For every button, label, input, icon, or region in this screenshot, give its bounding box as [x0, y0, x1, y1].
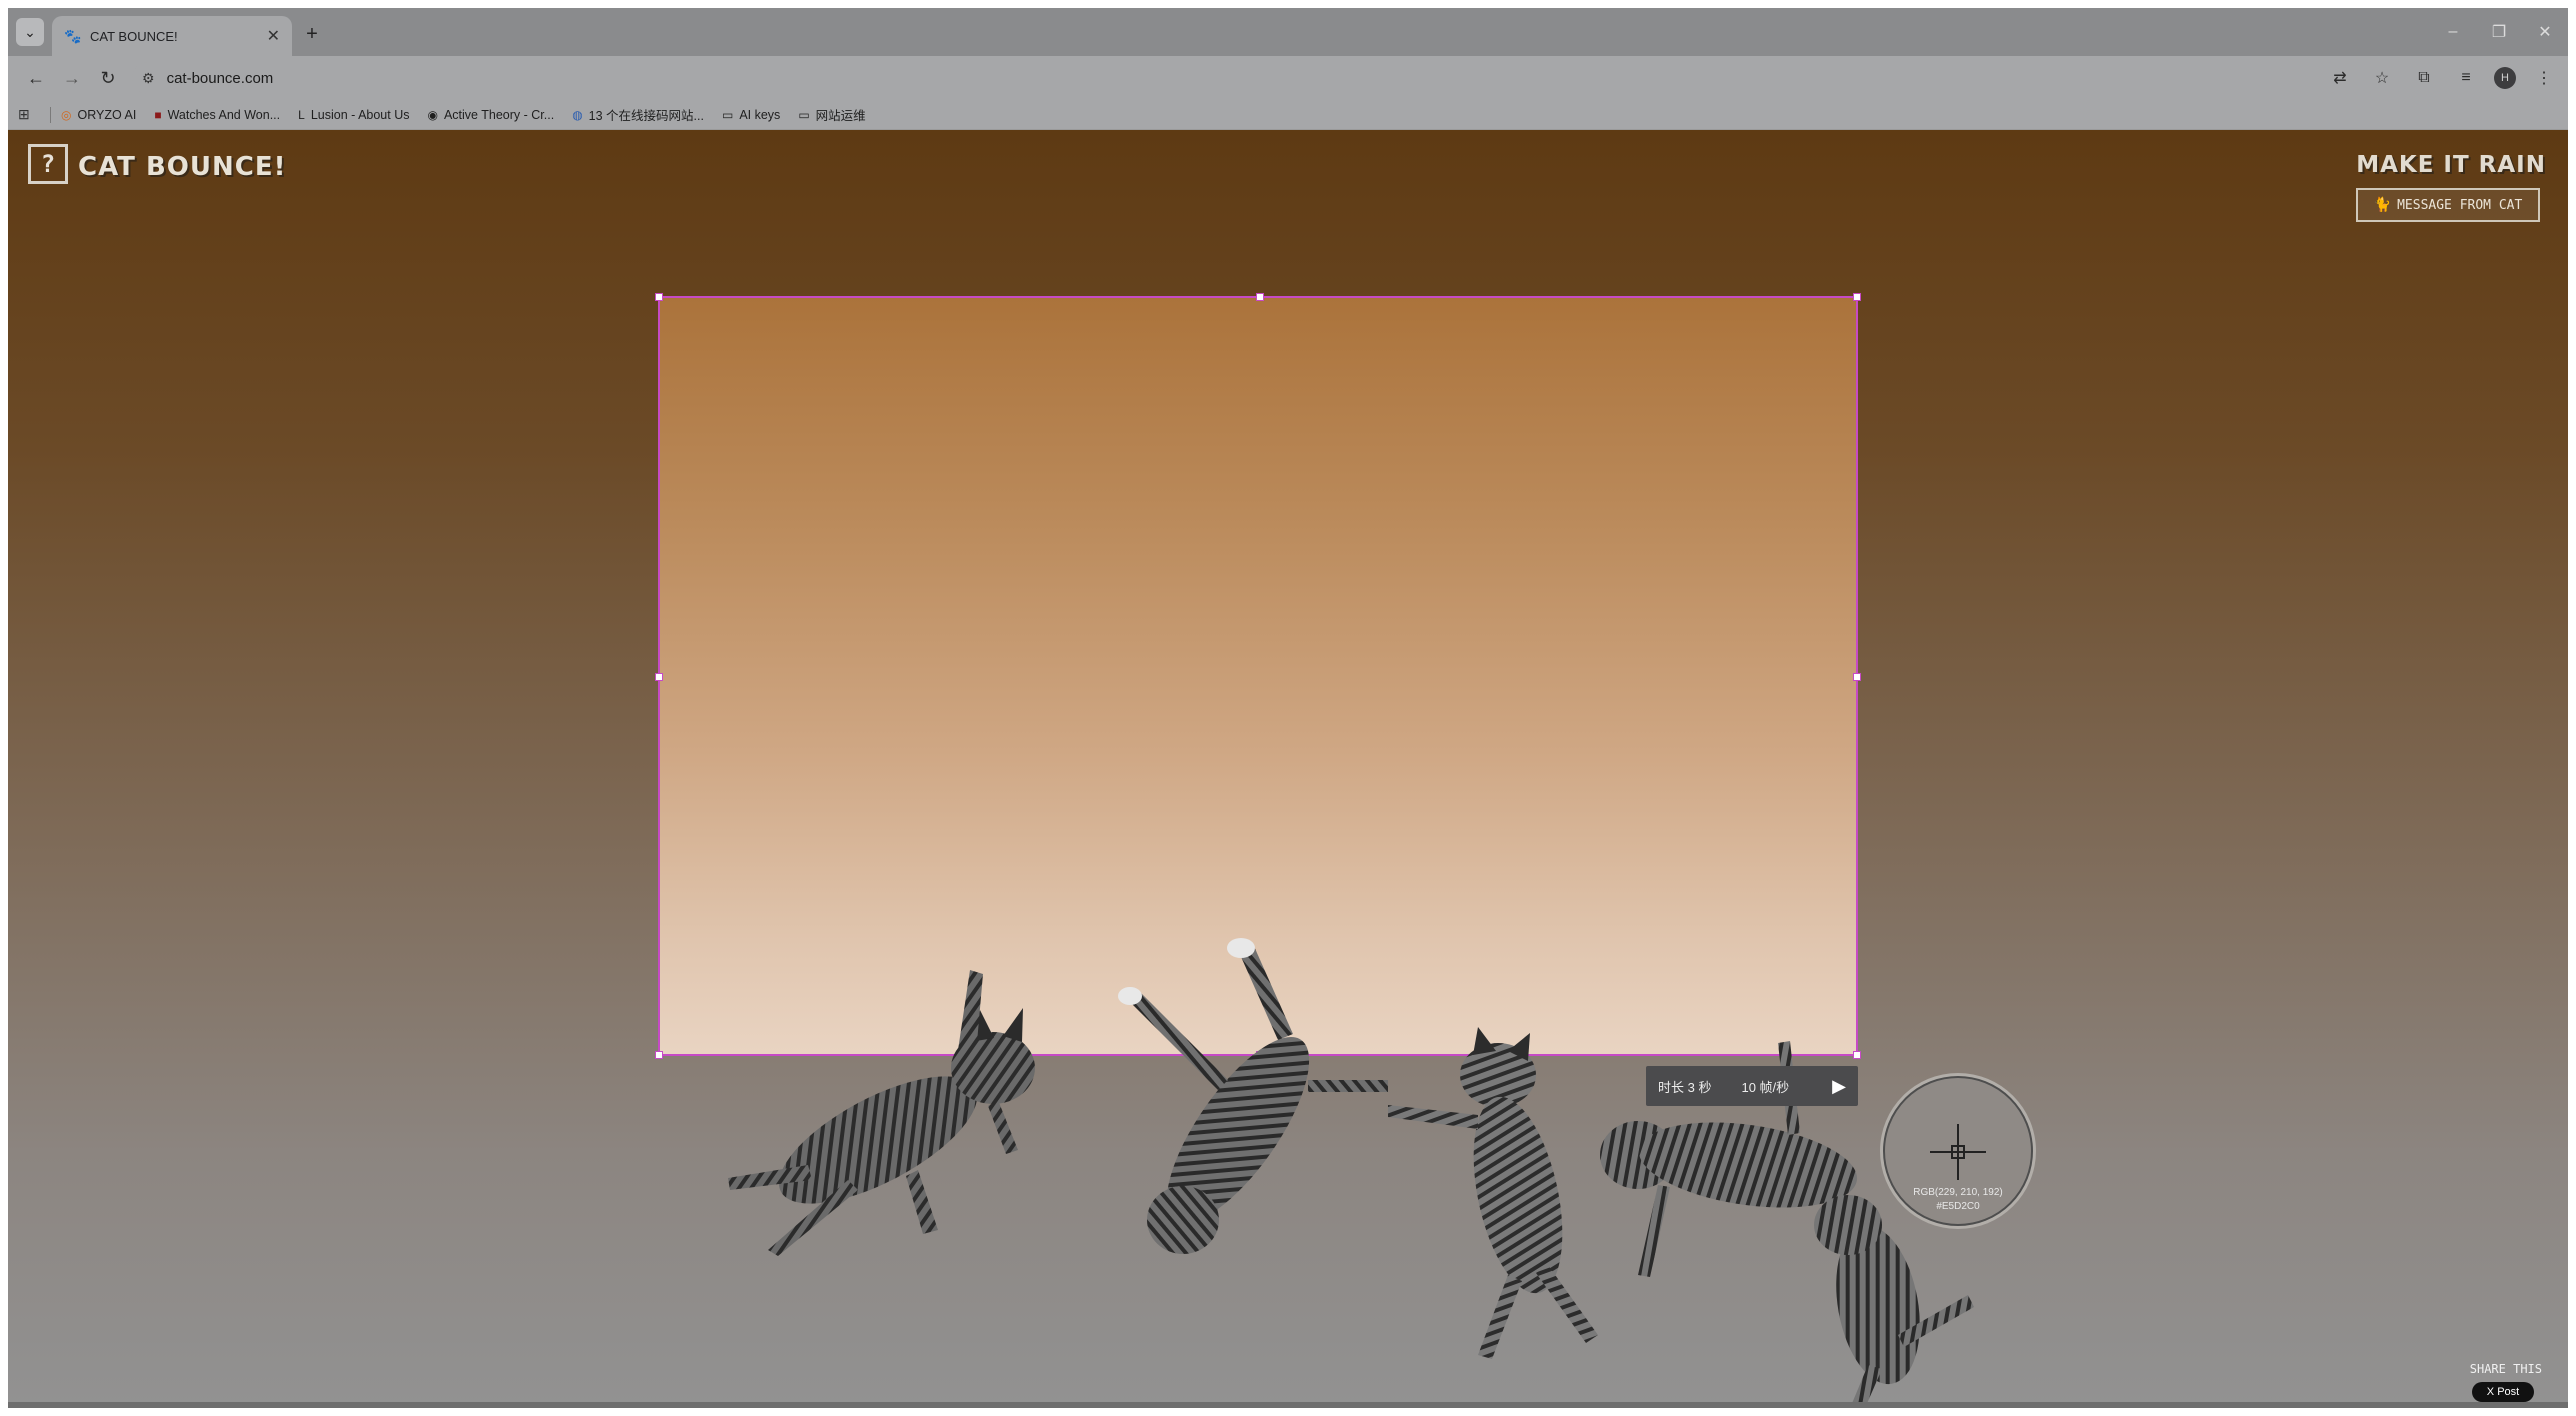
oryzo-icon: ◎ [61, 107, 72, 122]
folder-icon: ▭ [721, 107, 734, 122]
tab-title: CAT BOUNCE! [90, 28, 178, 44]
resize-handle-sw[interactable] [655, 1051, 663, 1059]
site-info-icon[interactable]: ⚙ [142, 70, 155, 87]
translate-icon[interactable]: ⇄ [2326, 64, 2354, 92]
arrow-right-icon: → [63, 67, 81, 88]
kebab-menu-icon[interactable]: ⋮ [2530, 64, 2558, 92]
browser-window: ⌄ 🐾 CAT BOUNCE! ✕ + – ❐ ✕ ← → ↻ ⚙ cat-bo… [8, 8, 2568, 1408]
crosshair-center [1951, 1145, 1965, 1159]
star-icon[interactable]: ☆ [2368, 64, 2396, 92]
bookmark-label: Watches And Won... [167, 107, 281, 122]
bookmark-label: Active Theory - Cr... [443, 107, 555, 122]
new-tab-button[interactable]: + [298, 20, 326, 48]
duration-setting[interactable]: 时长 3 秒 [1658, 1077, 1711, 1096]
chevron-down-icon: ⌄ [24, 23, 36, 40]
rgb-value: RGB(229, 210, 192) [1913, 1187, 2003, 1198]
back-button[interactable]: ← [22, 64, 50, 92]
window-close-icon[interactable]: ✕ [2522, 22, 2568, 42]
bookmark-separator [50, 106, 51, 123]
bookmark-active-theory[interactable]: ◉ Active Theory - Cr... [427, 108, 554, 122]
apps-grid-icon[interactable]: ⊞ [18, 106, 40, 123]
close-icon[interactable]: ✕ [267, 26, 280, 46]
cat-image-1 [728, 970, 1035, 1256]
bookmark-ops[interactable]: ▭ 网站运维 [798, 105, 865, 124]
hex-value: #E5D2C0 [1936, 1201, 1980, 1212]
tab-search-button[interactable]: ⌄ [16, 18, 44, 46]
capture-control-bar: 时长 3 秒 10 帧/秒 ▶ [1646, 1066, 1858, 1106]
site-logo: CAT BOUNCE! [78, 152, 287, 182]
bottom-edge [8, 1402, 2568, 1408]
x-post-button[interactable]: X Post [2472, 1382, 2534, 1402]
cat-icon: 🐈 [2373, 197, 2392, 213]
reload-icon: ↻ [100, 67, 116, 88]
globe-icon: ◍ [572, 107, 583, 122]
restore-icon[interactable]: ❐ [2476, 22, 2522, 42]
color-picker-magnifier: RGB(229, 210, 192) #E5D2C0 [1883, 1076, 2033, 1226]
tab-cat-bounce[interactable]: 🐾 CAT BOUNCE! ✕ [52, 16, 292, 56]
folder-icon: ▭ [798, 107, 810, 122]
fps-setting[interactable]: 10 帧/秒 [1741, 1077, 1832, 1096]
bookmark-label: Lusion - About Us [310, 107, 410, 122]
plus-icon: + [306, 22, 318, 45]
active-theory-icon: ◉ [427, 107, 438, 122]
url-input[interactable] [164, 68, 765, 88]
tab-bar: ⌄ 🐾 CAT BOUNCE! ✕ + – ❐ ✕ [8, 8, 2568, 56]
window-controls: – ❐ ✕ [2430, 8, 2568, 56]
bookmark-label: 网站运维 [815, 109, 866, 123]
toolbar-actions: ⇄ ☆ ⧉ ≡ H ⋮ [2326, 64, 2558, 92]
help-button[interactable]: ? [28, 144, 68, 184]
bookmark-watches[interactable]: ■ Watches And Won... [154, 108, 280, 122]
resize-handle-ne[interactable] [1853, 293, 1861, 301]
resize-handle-w[interactable] [655, 673, 663, 681]
bookmark-ai-keys[interactable]: ▭ AI keys [722, 108, 780, 122]
color-readout: RGB(229, 210, 192) #E5D2C0 [1885, 1186, 2031, 1214]
message-label: MESSAGE FROM CAT [2397, 197, 2523, 213]
message-from-cat-button[interactable]: 🐈 MESSAGE FROM CAT [2356, 188, 2540, 222]
profile-avatar[interactable]: H [2494, 67, 2516, 89]
resize-handle-nw[interactable] [655, 293, 663, 301]
bookmark-oryzo[interactable]: ◎ ORYZO AI [61, 108, 136, 122]
forward-button[interactable]: → [58, 64, 86, 92]
cat-image-2 [1118, 938, 1388, 1254]
browser-toolbar: ← → ↻ ⚙ ⇄ ☆ ⧉ ≡ H ⋮ [8, 56, 2568, 100]
bookmark-label: ORYZO AI [77, 107, 137, 122]
resize-handle-n[interactable] [1256, 293, 1264, 301]
bookmark-label: AI keys [739, 107, 781, 122]
media-icon[interactable]: ≡ [2452, 64, 2480, 92]
bookmark-sms[interactable]: ◍ 13 个在线接码网站... [572, 105, 704, 124]
resize-handle-e[interactable] [1853, 673, 1861, 681]
arrow-left-icon: ← [27, 67, 45, 88]
watches-icon: ■ [154, 107, 162, 122]
make-it-rain-button[interactable]: MAKE IT RAIN [2356, 152, 2546, 178]
bookmark-lusion[interactable]: L Lusion - About Us [298, 108, 409, 122]
minimize-icon[interactable]: – [2430, 23, 2476, 41]
cat-bounce-page: ? CAT BOUNCE! MAKE IT RAIN 🐈 MESSAGE FRO… [8, 130, 2568, 1408]
address-bar[interactable]: ⚙ [132, 62, 2342, 94]
share-label: SHARE THIS [2469, 1362, 2542, 1376]
bookmark-label: 13 个在线接码网站... [588, 109, 704, 123]
reload-button[interactable]: ↻ [94, 64, 122, 92]
extensions-icon[interactable]: ⧉ [2410, 64, 2438, 92]
play-icon[interactable]: ▶ [1832, 1076, 1846, 1097]
bookmarks-bar: ⊞ ◎ ORYZO AI ■ Watches And Won... L Lusi… [8, 100, 2568, 130]
lusion-icon: L [298, 107, 305, 122]
paw-favicon-icon: 🐾 [64, 27, 82, 44]
